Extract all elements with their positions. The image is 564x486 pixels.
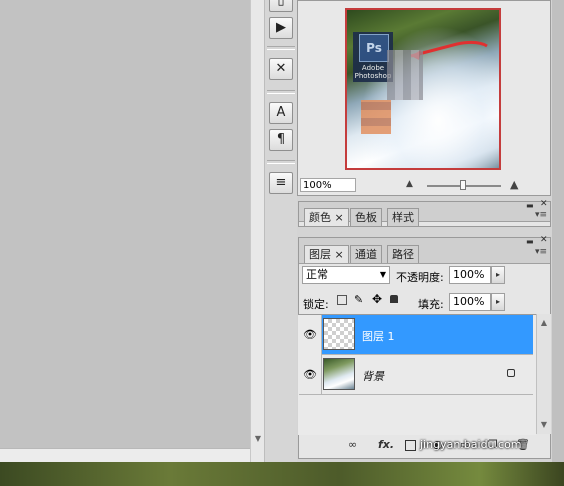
layer-name: 图层 1 <box>362 330 395 343</box>
desktop-background <box>0 462 564 486</box>
tab-swatches[interactable]: 色板 <box>350 208 382 226</box>
color-panel: 颜色 × 色板 样式 ▾≡ <box>298 201 551 227</box>
tab-color[interactable]: 颜色 × <box>304 208 349 226</box>
chevron-down-icon: ▼ <box>379 270 386 279</box>
layers-icon[interactable]: ▯ <box>269 0 293 12</box>
layer-row-background[interactable]: 👁 背景 <box>299 355 533 395</box>
opacity-input[interactable]: 100% <box>449 266 491 284</box>
divider <box>267 46 295 50</box>
lock-all-icon[interactable] <box>390 295 398 303</box>
panel-menu-icon[interactable]: ▾≡ <box>535 210 547 220</box>
layer-name: 背景 <box>362 370 384 383</box>
fill-input[interactable]: 100% <box>449 293 491 311</box>
link-icon[interactable]: ∞ <box>348 438 357 451</box>
zoom-slider-handle[interactable] <box>460 180 466 190</box>
play-icon[interactable]: ▶ <box>269 17 293 39</box>
blend-mode-select[interactable]: 正常 ▼ <box>302 266 390 284</box>
opacity-slider-button[interactable]: ▸ <box>491 266 505 284</box>
layer-thumbnail <box>323 318 355 350</box>
navigator-thumbnail[interactable]: Ps Adobe Photoshop <box>345 8 501 170</box>
divider <box>267 90 295 94</box>
text-A-icon[interactable]: A <box>269 102 293 124</box>
close-icon[interactable]: ✕ <box>540 199 548 209</box>
scroll-down-arrow-icon[interactable]: ▼ <box>251 432 265 446</box>
scroll-up-arrow-icon[interactable]: ▲ <box>537 316 551 330</box>
lock-transparent-icon[interactable] <box>337 295 347 305</box>
scroll-down-arrow-icon[interactable]: ▼ <box>537 418 551 432</box>
vertical-scrollbar[interactable]: ▼ <box>250 0 265 462</box>
lock-brush-icon[interactable]: ✎ <box>354 293 363 306</box>
panel-dock-strip: ▯ ▶ ✕ A ¶ ≡ <box>264 0 298 462</box>
close-icon[interactable]: ✕ <box>540 235 548 245</box>
tab-channels[interactable]: 通道 <box>350 245 382 263</box>
zoom-out-icon[interactable]: ▲ <box>406 179 413 189</box>
opacity-label: 不透明度: <box>396 271 444 284</box>
minimize-icon[interactable]: ▬ <box>526 201 534 210</box>
paragraph-icon[interactable]: ¶ <box>269 129 293 151</box>
document-canvas <box>0 0 251 462</box>
zoom-in-icon[interactable]: ▲ <box>510 178 518 191</box>
layer-list-scrollbar[interactable]: ▲ ▼ <box>536 314 551 434</box>
fill-slider-button[interactable]: ▸ <box>491 293 505 311</box>
mosaic-patch <box>361 100 391 134</box>
fill-label: 填充: <box>418 298 444 311</box>
mask-icon[interactable] <box>405 440 416 451</box>
watermark: jingyan.baidu.com <box>420 438 522 451</box>
divider <box>267 160 295 164</box>
lock-icon <box>507 369 515 377</box>
horizontal-scrollbar[interactable] <box>0 448 250 463</box>
red-arrow-icon <box>410 40 488 60</box>
lock-label: 锁定: <box>303 298 329 311</box>
blend-mode-value: 正常 <box>306 268 328 281</box>
notes-icon[interactable]: ≡ <box>269 172 293 194</box>
eye-icon[interactable]: 👁 <box>299 315 322 355</box>
mosaic-patch <box>387 50 423 100</box>
eye-icon[interactable]: 👁 <box>299 355 322 395</box>
layer-thumbnail <box>323 358 355 390</box>
tab-paths[interactable]: 路径 <box>387 245 419 263</box>
fx-icon[interactable]: fx. <box>378 438 394 451</box>
zoom-field[interactable]: 100% <box>300 178 356 192</box>
tab-styles[interactable]: 样式 <box>387 208 419 226</box>
close-icon[interactable]: × <box>335 248 344 261</box>
tools-icon[interactable]: ✕ <box>269 58 293 80</box>
tab-layers[interactable]: 图层 × <box>304 245 349 263</box>
lock-move-icon[interactable]: ✥ <box>372 292 382 306</box>
panel-menu-icon[interactable]: ▾≡ <box>535 247 547 257</box>
close-icon[interactable]: × <box>335 211 344 224</box>
minimize-icon[interactable]: ▬ <box>526 237 534 246</box>
layer-row-layer1[interactable]: 👁 图层 1 <box>299 315 533 355</box>
